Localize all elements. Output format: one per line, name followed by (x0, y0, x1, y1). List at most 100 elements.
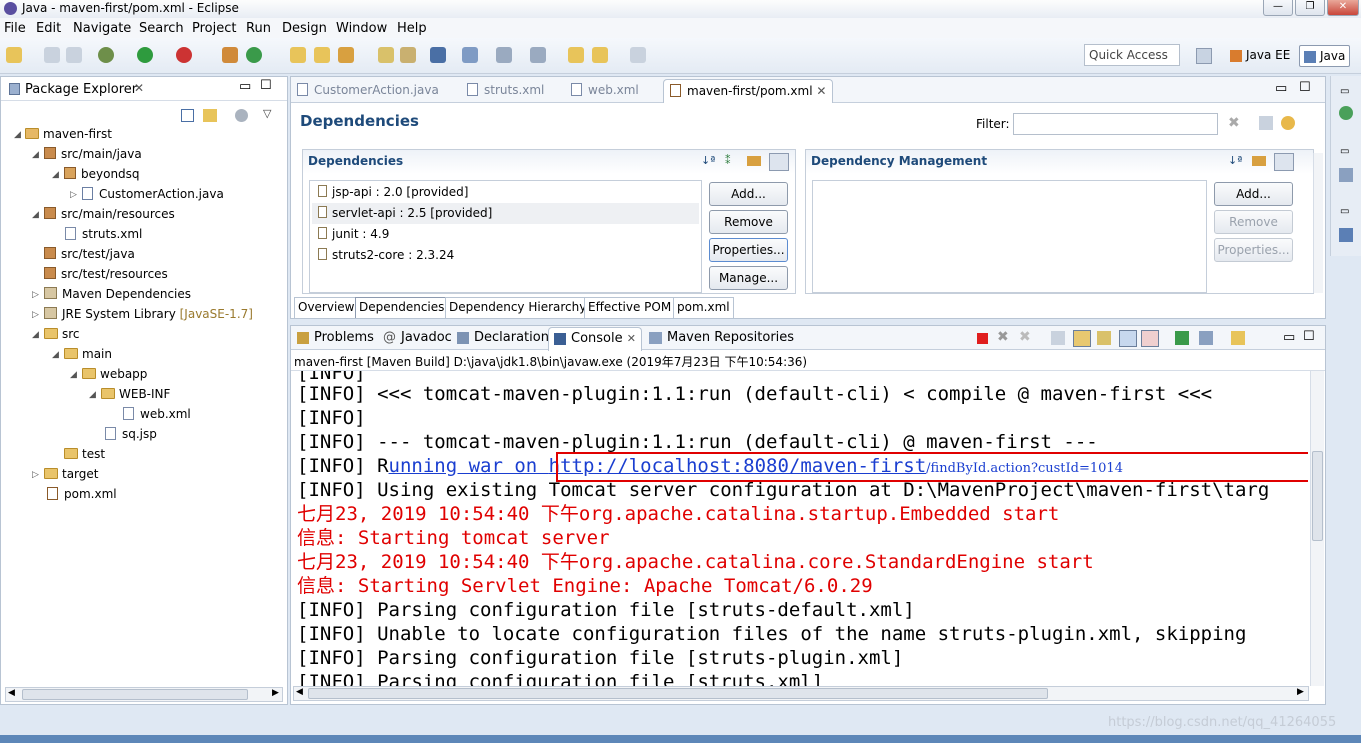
expanded-arrow-icon[interactable]: ◢ (32, 210, 39, 220)
editor-vertical-scrollbar[interactable] (1313, 153, 1323, 293)
collapsed-arrow-icon[interactable]: ▷ (32, 290, 39, 300)
maximize-icon[interactable]: ❐ (1295, 0, 1325, 16)
tree-item-src-main-java[interactable]: src/main/java (44, 147, 142, 161)
close-tab-icon[interactable]: ✕ (627, 332, 636, 345)
tree-item-web-xml[interactable]: web.xml (123, 407, 191, 421)
tree-item-src[interactable]: src (44, 327, 80, 341)
menu-navigate[interactable]: Navigate (73, 21, 131, 36)
tab-struts-xml[interactable]: struts.xml (467, 83, 544, 103)
console-vertical-scrollbar[interactable] (1310, 371, 1324, 686)
page-tab-dependency-hierarchy[interactable]: Dependency Hierarchy (445, 297, 591, 318)
help-icon[interactable] (1259, 116, 1273, 130)
restore-icon[interactable]: ▭ (1340, 206, 1349, 217)
open-console-icon[interactable] (1231, 331, 1245, 345)
sort-icon[interactable]: ↓ª (701, 154, 715, 167)
outline-icon[interactable] (1339, 106, 1353, 120)
tree-item-sq-jsp[interactable]: sq.jsp (105, 427, 157, 441)
tree-item-test[interactable]: test (64, 447, 105, 461)
dependencies-list[interactable]: jsp-api : 2.0 [provided] servlet-api : 2… (309, 180, 702, 293)
page-tab-effective-pom[interactable]: Effective POM (584, 297, 676, 318)
last-edit-icon[interactable] (568, 47, 584, 63)
list-item[interactable]: junit : 4.9 (318, 227, 389, 241)
tree-item-src-test-resources[interactable]: src/test/resources (44, 267, 168, 281)
tree-item-maven-first[interactable]: maven-first (25, 127, 112, 141)
restore-icon[interactable]: ▭ (1340, 86, 1349, 97)
console-icon[interactable] (430, 47, 446, 63)
external-tools-icon[interactable] (176, 47, 192, 63)
minimize-editor-icon[interactable]: ▭ (1275, 81, 1287, 96)
horizontal-scrollbar[interactable]: ◀ ▶ (5, 687, 283, 702)
collapsed-arrow-icon[interactable]: ▷ (32, 310, 39, 320)
columns-icon[interactable] (747, 156, 761, 166)
properties-dependency-button[interactable]: Properties... (709, 238, 788, 262)
console-horizontal-scrollbar[interactable]: ◀ ▶ (293, 686, 1309, 701)
tree-item-webapp[interactable]: webapp (82, 367, 147, 381)
terminate-icon[interactable] (977, 333, 988, 344)
dependency-management-list[interactable] (812, 180, 1207, 293)
task-icon[interactable] (378, 47, 394, 63)
page-tab-dependencies[interactable]: Dependencies (355, 297, 449, 318)
menu-project[interactable]: Project (192, 21, 236, 36)
toggle-mark-icon[interactable] (462, 47, 478, 63)
expanded-arrow-icon[interactable]: ◢ (52, 350, 59, 360)
scroll-left-icon[interactable]: ◀ (296, 687, 303, 697)
tree-item-beyondsq[interactable]: beyondsq (64, 167, 140, 181)
add-managed-button[interactable]: Add... (1214, 182, 1293, 206)
run-icon[interactable] (137, 47, 153, 63)
page-tab-pom-xml[interactable]: pom.xml (673, 297, 734, 318)
tab-console[interactable]: Console ✕ (548, 327, 642, 351)
forward-icon[interactable] (630, 47, 646, 63)
hierarchy-icon[interactable]: ⁑ (725, 154, 731, 167)
tab-javadoc[interactable]: @ Javadoc (383, 330, 452, 345)
tree-item-struts-xml[interactable]: struts.xml (65, 227, 142, 241)
prev-annotation-icon[interactable] (530, 47, 546, 63)
scrollbar-thumb[interactable] (308, 688, 1048, 699)
close-view-icon[interactable]: ✕ (134, 81, 144, 95)
show-on-stderr-icon[interactable] (1141, 330, 1159, 347)
quick-access-input[interactable]: Quick Access (1084, 44, 1180, 66)
list-item[interactable]: struts2-core : 2.3.24 (318, 248, 454, 262)
tree-item-maven-dependencies[interactable]: Maven Dependencies (44, 287, 191, 301)
tree-item-jre-system-library[interactable]: JRE System Library [JavaSE-1.7] (44, 307, 253, 321)
tree-item-src-main-resources[interactable]: src/main/resources (44, 207, 175, 221)
pin-console-icon[interactable] (1175, 331, 1189, 345)
open-folder-icon[interactable] (314, 47, 330, 63)
menu-search[interactable]: Search (139, 21, 184, 36)
clear-filter-icon[interactable]: ✖ (1228, 115, 1240, 131)
minimize-icon[interactable]: — (1263, 0, 1293, 16)
add-dependency-button[interactable]: Add... (709, 182, 788, 206)
open-perspective-icon[interactable] (1196, 48, 1212, 64)
menu-edit[interactable]: Edit (36, 21, 61, 36)
next-annotation-icon[interactable] (496, 47, 512, 63)
minimize-console-icon[interactable]: ▭ (1283, 330, 1295, 345)
tree-item-web-inf[interactable]: WEB-INF (101, 387, 170, 401)
expanded-arrow-icon[interactable]: ◢ (32, 150, 39, 160)
filter-toggle-icon[interactable] (769, 153, 789, 171)
word-wrap-icon[interactable] (1097, 331, 1111, 345)
collapsed-arrow-icon[interactable]: ▷ (32, 470, 39, 480)
scroll-right-icon[interactable]: ▶ (272, 688, 279, 698)
remove-all-icon[interactable]: ✖ (1019, 329, 1031, 345)
new-icon[interactable] (6, 47, 22, 63)
list-item[interactable]: jsp-api : 2.0 [provided] (318, 185, 468, 199)
display-console-icon[interactable] (1199, 331, 1213, 345)
maximize-editor-icon[interactable]: ☐ (1299, 80, 1311, 95)
view-menu-icon[interactable] (235, 109, 248, 122)
tab-web-xml[interactable]: web.xml (571, 83, 639, 103)
menu-file[interactable]: File (4, 21, 26, 36)
collapsed-arrow-icon[interactable]: ▷ (70, 190, 77, 200)
tab-maven-repositories[interactable]: Maven Repositories (649, 330, 794, 345)
filter-toggle-icon[interactable] (1274, 153, 1294, 171)
expanded-arrow-icon[interactable]: ◢ (70, 370, 77, 380)
tree-item-src-test-java[interactable]: src/test/java (44, 247, 135, 261)
columns-icon[interactable] (1252, 156, 1266, 166)
tab-customeraction[interactable]: CustomerAction.java (297, 83, 439, 103)
hierarchy-view-icon[interactable] (1339, 228, 1353, 242)
link-editor-icon[interactable] (203, 109, 217, 122)
remove-dependency-button[interactable]: Remove (709, 210, 788, 234)
save-all-icon[interactable] (66, 47, 82, 63)
scrollbar-thumb[interactable] (1312, 451, 1323, 541)
tab-problems[interactable]: Problems (297, 330, 374, 345)
tree-item-pom-xml[interactable]: pom.xml (47, 487, 117, 501)
chevron-down-icon[interactable]: ▽ (263, 107, 271, 120)
